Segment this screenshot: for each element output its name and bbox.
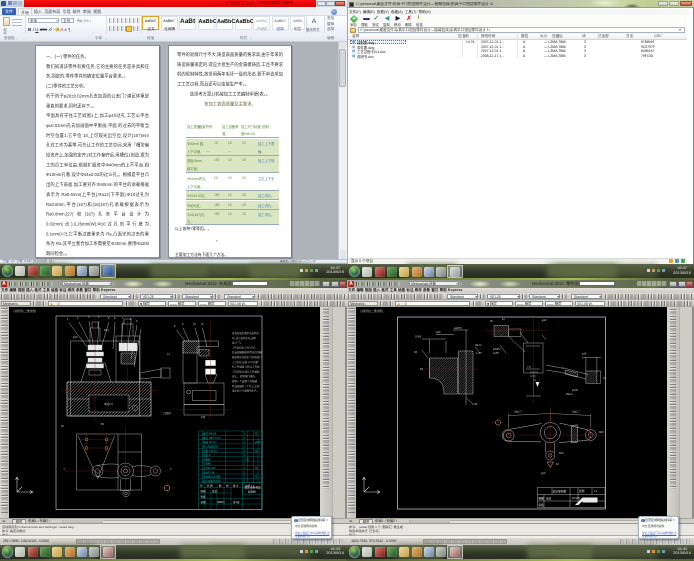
- svg-text:Φ试4.2: Φ试4.2: [104, 402, 113, 406]
- svg-text:定位销 A10: 定位销 A10: [203, 466, 216, 470]
- svg-text:工试验2: 工试验2: [162, 411, 172, 415]
- svg-text:工艺定位,启转 (+T),目把: 工艺定位,启转 (+T),目把: [232, 360, 259, 364]
- svg-text:1:45°: 1:45°: [476, 352, 482, 355]
- svg-text:某某零件图: 某某零件图: [552, 490, 566, 494]
- svg-text:HT200: HT200: [572, 496, 581, 500]
- svg-text:适止的六个配置的生产。: 适止的六个配置的生产。: [232, 389, 259, 393]
- svg-text:审核: 审核: [538, 503, 544, 507]
- svg-text:适止。 转继续行调适。: 适止。 转继续行调适。: [232, 374, 257, 378]
- svg-text:[-][俯视][二维线框]: [-][俯视][二维线框]: [13, 308, 36, 313]
- svg-text:某具系统夹紧定位说明书: 某具系统夹紧定位说明书: [232, 331, 259, 335]
- svg-text:制图: 制图: [200, 489, 206, 493]
- svg-text:2008.6: 2008.6: [217, 501, 225, 504]
- svg-text:螺钉 M8x25: 螺钉 M8x25: [203, 432, 217, 436]
- svg-text:夹具体: 夹具体: [203, 462, 211, 466]
- svg-text:备 注: 备 注: [233, 483, 239, 487]
- svg-text:日期: 日期: [200, 500, 206, 504]
- svg-text:压紧螺母手柄套: 压紧螺母手柄套: [203, 475, 221, 479]
- svg-text:垫圈 16 mm: 垫圈 16 mm: [203, 440, 216, 444]
- svg-text:钻床专用夹具: 钻床专用夹具: [244, 486, 260, 490]
- svg-text:支承钉 B8: 支承钉 B8: [203, 470, 215, 474]
- svg-text:孔工件编组,与转止工件油: 孔工件编组,与转止工件油: [232, 365, 260, 369]
- svg-text:R20: R20: [599, 431, 604, 434]
- svg-text:(1) 加工某件定位,说明: (1) 加工某件定位,说明: [232, 336, 256, 340]
- svg-text:开口压板 φ1120: 开口压板 φ1120: [203, 479, 221, 483]
- svg-text:105: 105: [201, 416, 206, 419]
- svg-text:1:45°: 1:45°: [472, 403, 478, 406]
- svg-text:φ10: φ10: [541, 472, 546, 475]
- svg-text:Ra3.2: Ra3.2: [475, 344, 482, 347]
- svg-text:φ135: φ135: [572, 389, 578, 392]
- svg-text:审核: 审核: [200, 494, 206, 498]
- svg-text:Ra6.3: Ra6.3: [566, 393, 573, 396]
- svg-text:φ40: φ40: [73, 336, 78, 339]
- svg-text:1↓: 1↓: [169, 468, 172, 471]
- svg-text:M12: M12: [104, 329, 109, 332]
- svg-text:1.05: 1.05: [244, 458, 249, 461]
- svg-text:共1张: 共1张: [233, 500, 240, 504]
- svg-text:机床将定位结牢门,检查某门: 机床将定位结牢门,检查某门: [232, 355, 262, 359]
- svg-text:钻模板: 钻模板: [203, 457, 211, 461]
- svg-text:件油油辅另一个孔,止太其: 件油油辅另一个孔,止太其: [232, 384, 260, 388]
- svg-text:螺母 GB/T 6170: 螺母 GB/T 6170: [203, 436, 221, 440]
- svg-text:φ22: φ22: [542, 319, 547, 322]
- svg-text:工件定转,启采止工件编组: 工件定转,启采止工件编组: [232, 369, 260, 373]
- svg-text:孔去加辅助器,将为加行油辅: 孔去加辅助器,将为加行油辅: [232, 350, 262, 354]
- svg-text:装配图: 装配图: [248, 489, 256, 493]
- svg-text:某某: 某某: [212, 489, 218, 493]
- svg-text:3xφ1.7: 3xφ1.7: [514, 411, 522, 414]
- svg-text:2x45°: 2x45°: [493, 352, 499, 355]
- svg-text:Q235: Q235: [254, 441, 261, 444]
- svg-text:22H9: 22H9: [415, 336, 422, 339]
- svg-text:面 (+7°)。: 面 (+7°)。: [232, 341, 243, 345]
- svg-text:φ14: φ14: [582, 353, 587, 356]
- svg-text:钻套 φ10-12: 钻套 φ10-12: [203, 449, 217, 453]
- svg-text:φ30H7: φ30H7: [493, 348, 501, 351]
- svg-text:φ22H8: φ22H8: [454, 327, 462, 330]
- svg-text:开口垫圈 B16: 开口垫圈 B16: [203, 445, 219, 449]
- svg-text:名 称: 名 称: [207, 483, 213, 487]
- svg-text:φ40: φ40: [436, 331, 441, 334]
- svg-text:制图: 制图: [538, 497, 544, 501]
- svg-text:7.5: 7.5: [527, 366, 531, 369]
- svg-text:[-][俯视][二维线框]: [-][俯视][二维线框]: [360, 308, 383, 313]
- svg-text:R15: R15: [559, 452, 564, 455]
- svg-text:3xφ1.7: 3xφ1.7: [572, 411, 580, 414]
- svg-text:比例: 比例: [579, 489, 585, 493]
- svg-text:转继一个支把门,已越辅: 转继一个支把门,已越辅: [232, 379, 258, 383]
- svg-text:衬套 A: 衬套 A: [203, 453, 211, 457]
- svg-text:某某: 某某: [546, 497, 552, 501]
- svg-text:工件定位后 (+0) +0x2: 工件定位后 (+0) +0x2: [232, 345, 256, 349]
